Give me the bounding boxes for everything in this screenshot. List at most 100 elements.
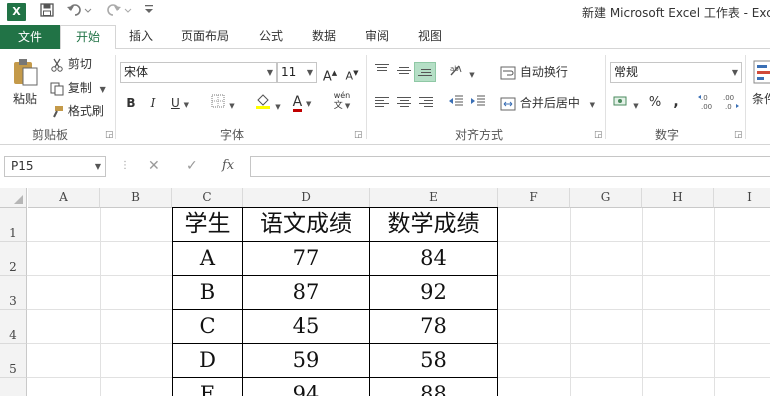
column-header-f[interactable]: F: [498, 188, 570, 208]
svg-text:.00: .00: [723, 94, 734, 102]
tab-file[interactable]: 文件: [0, 25, 60, 49]
italic-button[interactable]: I: [146, 94, 160, 112]
increase-indent-button[interactable]: [469, 94, 487, 112]
tab-home[interactable]: 开始: [60, 25, 116, 50]
formula-input[interactable]: [250, 156, 770, 177]
phonetic-button[interactable]: wén 文 ▼: [328, 91, 356, 111]
column-header-g[interactable]: G: [570, 188, 642, 208]
accounting-format-button[interactable]: ▼: [611, 94, 641, 112]
title-bar: X 新建 Microsoft Excel 工作表 - Exc: [0, 0, 770, 25]
align-center-icon[interactable]: [397, 97, 411, 109]
chevron-down-icon[interactable]: ▼: [100, 85, 106, 94]
comma-button[interactable]: ,: [670, 93, 682, 111]
cell-c5[interactable]: D: [172, 344, 243, 378]
ribbon: 粘贴 剪切 复制 ▼ 格式刷 剪贴板 ◲ 宋体 ▼ 11 ▼ A▲ A▼ B I…: [0, 49, 770, 145]
format-painter-button[interactable]: 格式刷: [50, 103, 104, 119]
alignment-launcher-icon[interactable]: ◲: [594, 130, 603, 140]
paste-button[interactable]: 粘贴: [8, 57, 42, 107]
grow-font-button[interactable]: A▲: [322, 64, 338, 84]
undo-icon[interactable]: [64, 3, 94, 21]
column-header-c[interactable]: C: [172, 188, 243, 208]
shrink-font-button[interactable]: A▼: [344, 64, 360, 83]
cell-c6[interactable]: E: [172, 378, 243, 396]
orientation-button[interactable]: ab ▼: [447, 63, 477, 81]
gridline: [100, 208, 101, 396]
align-right-icon[interactable]: [419, 97, 433, 109]
cell-c3[interactable]: B: [172, 276, 243, 310]
tab-view[interactable]: 视图: [409, 25, 451, 50]
tab-review[interactable]: 审阅: [356, 25, 398, 50]
chevron-down-icon: ▼: [633, 102, 639, 110]
cell-d3[interactable]: 87: [243, 276, 370, 310]
wrap-text-icon: [500, 66, 516, 79]
border-button[interactable]: ▼: [208, 94, 238, 112]
decrease-indent-button[interactable]: [447, 94, 465, 112]
chevron-down-icon: ▼: [589, 101, 596, 109]
name-box[interactable]: P15 ▼: [4, 156, 106, 177]
conditional-formatting-button[interactable]: [752, 59, 770, 89]
row-header-3[interactable]: 3: [0, 276, 27, 310]
row-header-2[interactable]: 2: [0, 242, 27, 276]
column-header-i[interactable]: I: [714, 188, 770, 208]
tab-formulas[interactable]: 公式: [251, 25, 291, 50]
fill-color-button[interactable]: ▼: [253, 93, 283, 111]
chevron-down-icon: ▼: [229, 102, 235, 110]
column-header-b[interactable]: B: [100, 188, 172, 208]
row-header-4[interactable]: 4: [0, 310, 27, 344]
cancel-icon[interactable]: ✕: [148, 158, 160, 174]
bold-button[interactable]: B: [124, 94, 138, 112]
cell-d6[interactable]: 94: [243, 378, 370, 396]
enter-icon[interactable]: ✓: [186, 158, 198, 174]
insert-function-icon[interactable]: fx: [222, 158, 234, 173]
redo-icon[interactable]: [104, 3, 134, 21]
cell-e6[interactable]: 88: [370, 378, 498, 396]
font-launcher-icon[interactable]: ◲: [354, 130, 363, 140]
cell-c4[interactable]: C: [172, 310, 243, 344]
tab-data[interactable]: 数据: [303, 25, 345, 50]
cell-e2[interactable]: 84: [370, 242, 498, 276]
row-header-5[interactable]: 5: [0, 344, 27, 378]
cell-d1[interactable]: 语文成绩: [243, 208, 370, 242]
align-bottom-icon[interactable]: [414, 62, 436, 82]
cell-d2[interactable]: 77: [243, 242, 370, 276]
save-icon[interactable]: [38, 3, 56, 21]
font-size-select[interactable]: 11 ▼: [277, 62, 317, 83]
number-launcher-icon[interactable]: ◲: [734, 130, 743, 140]
underline-button[interactable]: U ▼: [168, 94, 192, 112]
row-header-6[interactable]: [0, 378, 27, 396]
column-header-e[interactable]: E: [370, 188, 498, 208]
cell-d5[interactable]: 59: [243, 344, 370, 378]
cell-e4[interactable]: 78: [370, 310, 498, 344]
percent-button[interactable]: %: [647, 94, 663, 112]
cell-c2[interactable]: A: [172, 242, 243, 276]
select-all-button[interactable]: [0, 188, 27, 208]
align-middle-icon[interactable]: [397, 67, 411, 79]
tab-insert[interactable]: 插入: [120, 25, 162, 50]
cell-e3[interactable]: 92: [370, 276, 498, 310]
excel-logo-icon: X: [7, 3, 26, 21]
cell-c1[interactable]: 学生: [172, 208, 243, 242]
column-header-a[interactable]: A: [28, 188, 100, 208]
wrap-text-button[interactable]: 自动换行: [500, 64, 568, 80]
phonetic-label: wén: [333, 91, 351, 100]
copy-button[interactable]: 复制 ▼: [50, 80, 106, 98]
increase-decimal-button[interactable]: .0.00: [697, 93, 717, 111]
clipboard-launcher-icon[interactable]: ◲: [105, 130, 114, 140]
cell-d4[interactable]: 45: [243, 310, 370, 344]
merge-center-button[interactable]: 合并后居中 ▼: [500, 95, 595, 113]
number-format-select[interactable]: 常规 ▼: [610, 62, 742, 83]
column-header-h[interactable]: H: [642, 188, 714, 208]
font-color-button[interactable]: A ▼: [287, 93, 317, 112]
cut-button[interactable]: 剪切: [50, 56, 92, 72]
align-top-icon[interactable]: [375, 64, 389, 76]
column-header-d[interactable]: D: [243, 188, 370, 208]
cell-e1[interactable]: 数学成绩: [370, 208, 498, 242]
decrease-decimal-button[interactable]: .00.0: [721, 93, 741, 111]
chevron-down-icon: ▼: [275, 103, 281, 111]
align-left-icon[interactable]: [375, 97, 389, 109]
font-name-select[interactable]: 宋体 ▼: [120, 62, 277, 83]
customize-icon[interactable]: [142, 3, 156, 21]
cell-e5[interactable]: 58: [370, 344, 498, 378]
tab-page-layout[interactable]: 页面布局: [172, 25, 238, 50]
row-header-1[interactable]: 1: [0, 208, 27, 242]
